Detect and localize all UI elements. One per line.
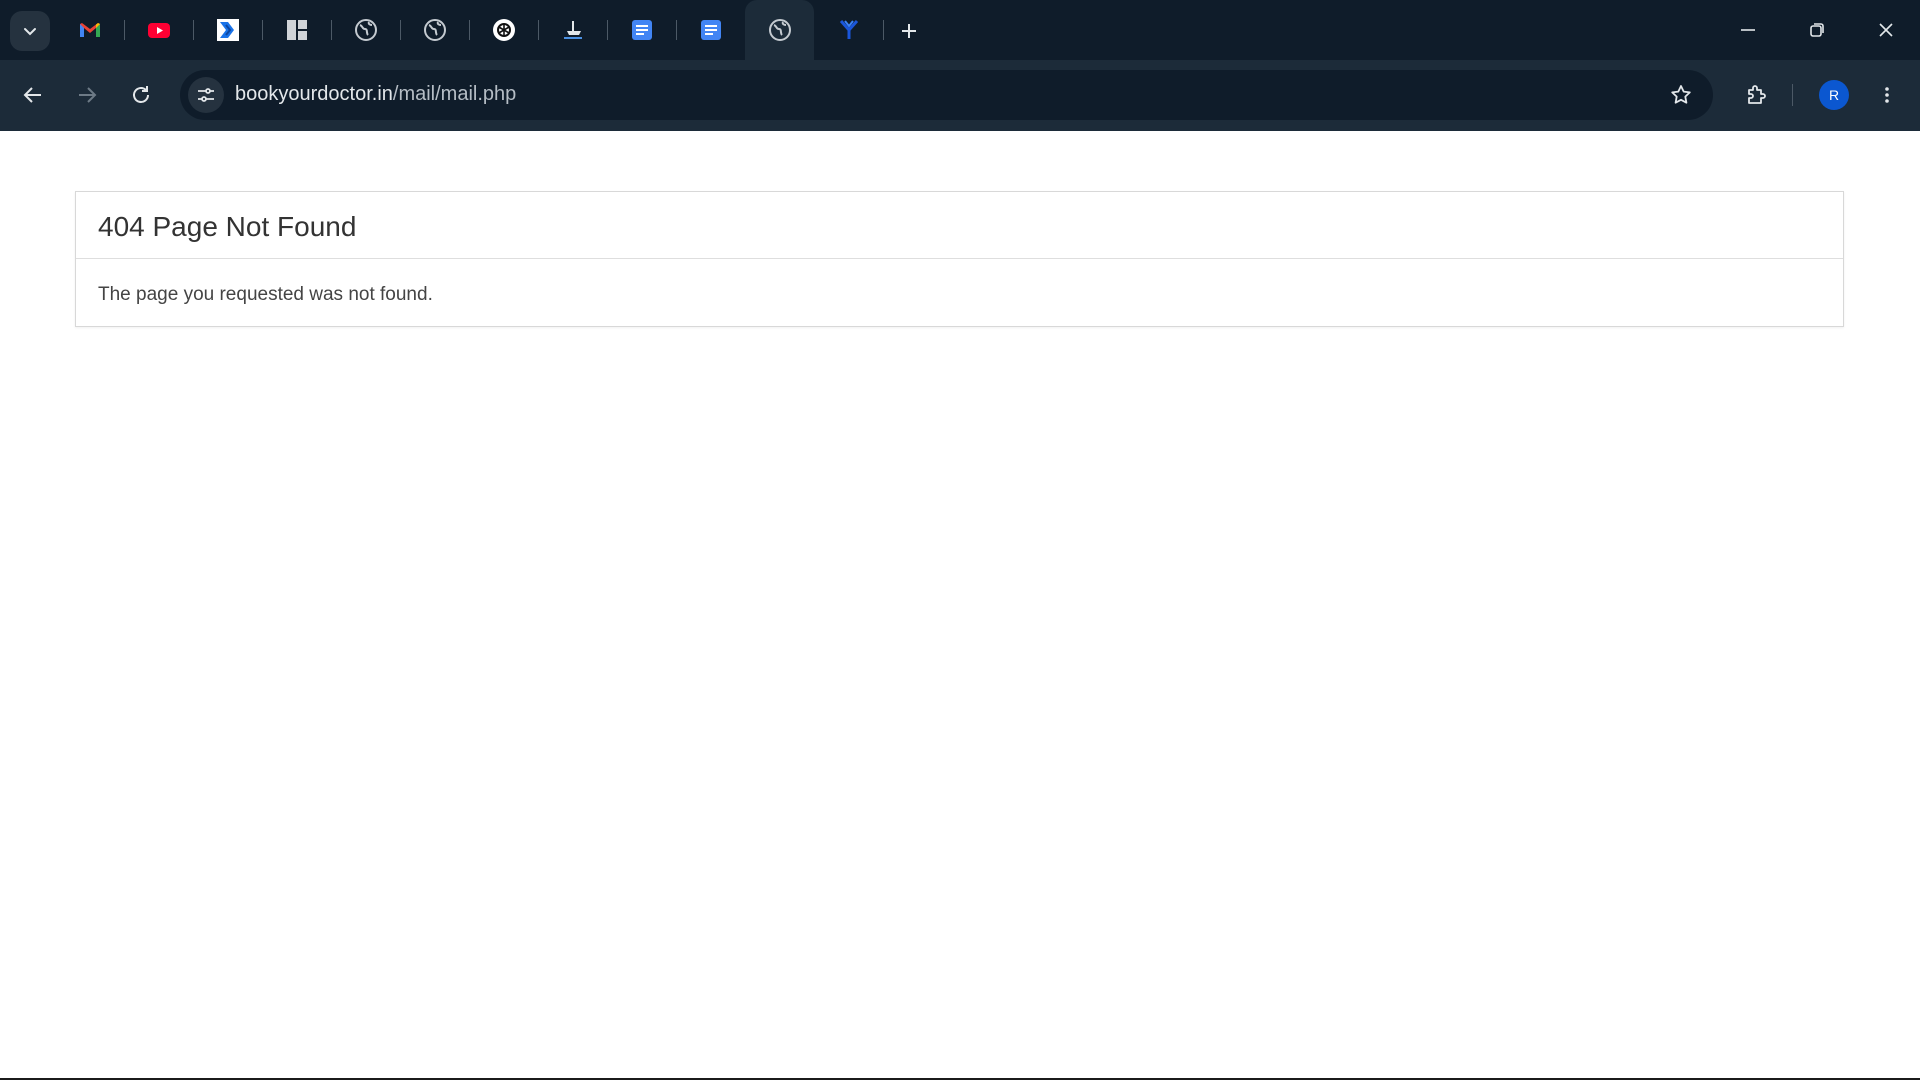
arrow-right-icon [79, 87, 97, 103]
tab-globe-1[interactable] [331, 0, 400, 60]
restore-icon [1809, 23, 1824, 37]
url-domain: bookyourdoctor.in [235, 83, 393, 105]
ship-icon [563, 21, 582, 39]
tab-search-button[interactable] [10, 11, 50, 51]
openai-icon [492, 19, 515, 41]
bookmark-button[interactable] [1665, 79, 1697, 111]
url-text[interactable]: bookyourdoctor.in/mail/mail.php [235, 83, 516, 106]
error-title: 404 Page Not Found [76, 192, 1843, 259]
browser-menu-button[interactable] [1866, 74, 1908, 116]
dashboard-arrow-icon [216, 19, 239, 41]
tab-docs-2[interactable] [676, 0, 745, 60]
tab-dashboard[interactable] [193, 0, 262, 60]
back-button[interactable] [12, 74, 54, 116]
globe-icon [354, 19, 377, 41]
chevron-down-icon [24, 28, 36, 36]
tab-ship[interactable] [538, 0, 607, 60]
error-message: The page you requested was not found. [98, 284, 433, 305]
tab-grid[interactable] [262, 0, 331, 60]
profile-initial: R [1828, 87, 1840, 103]
tab-globe-2[interactable] [400, 0, 469, 60]
docs-icon [631, 20, 652, 40]
globe-icon [768, 19, 791, 41]
close-icon [1878, 23, 1893, 37]
youtube-icon [147, 23, 170, 38]
tab-openai[interactable] [469, 0, 538, 60]
site-info-button[interactable] [188, 77, 224, 113]
plus-icon [902, 24, 916, 38]
puzzle-icon [1748, 85, 1766, 104]
browser-toolbar: bookyourdoctor.in/mail/mail.php R [0, 60, 1920, 131]
tab-youtube[interactable] [124, 0, 193, 60]
tune-icon [198, 88, 214, 102]
tab-y-logo[interactable] [814, 0, 883, 60]
extensions-button[interactable] [1735, 74, 1777, 116]
tab-strip [0, 0, 1920, 60]
docs-icon [700, 20, 721, 40]
new-tab-button[interactable] [892, 14, 926, 48]
more-vertical-icon [1885, 87, 1889, 103]
arrow-left-icon [23, 87, 41, 103]
error-panel: 404 Page Not Found The page you requeste… [75, 191, 1844, 327]
close-window-button[interactable] [1851, 0, 1920, 60]
tab-active-globe[interactable] [745, 0, 814, 60]
gmail-icon [79, 23, 100, 37]
address-bar[interactable]: bookyourdoctor.in/mail/mail.php [180, 70, 1713, 120]
forward-button[interactable] [66, 74, 108, 116]
minimize-icon [1740, 29, 1755, 31]
y-logo-icon [839, 20, 858, 39]
grid-layout-icon [286, 20, 307, 40]
globe-icon [423, 19, 446, 41]
tab-gmail[interactable] [55, 0, 124, 60]
tab-docs-1[interactable] [607, 0, 676, 60]
reload-icon [133, 86, 149, 103]
restore-button[interactable] [1782, 0, 1851, 60]
profile-avatar[interactable]: R [1819, 80, 1849, 110]
url-path: /mail/mail.php [392, 83, 517, 105]
star-icon [1671, 85, 1691, 104]
reload-button[interactable] [120, 74, 162, 116]
minimize-button[interactable] [1713, 0, 1782, 60]
